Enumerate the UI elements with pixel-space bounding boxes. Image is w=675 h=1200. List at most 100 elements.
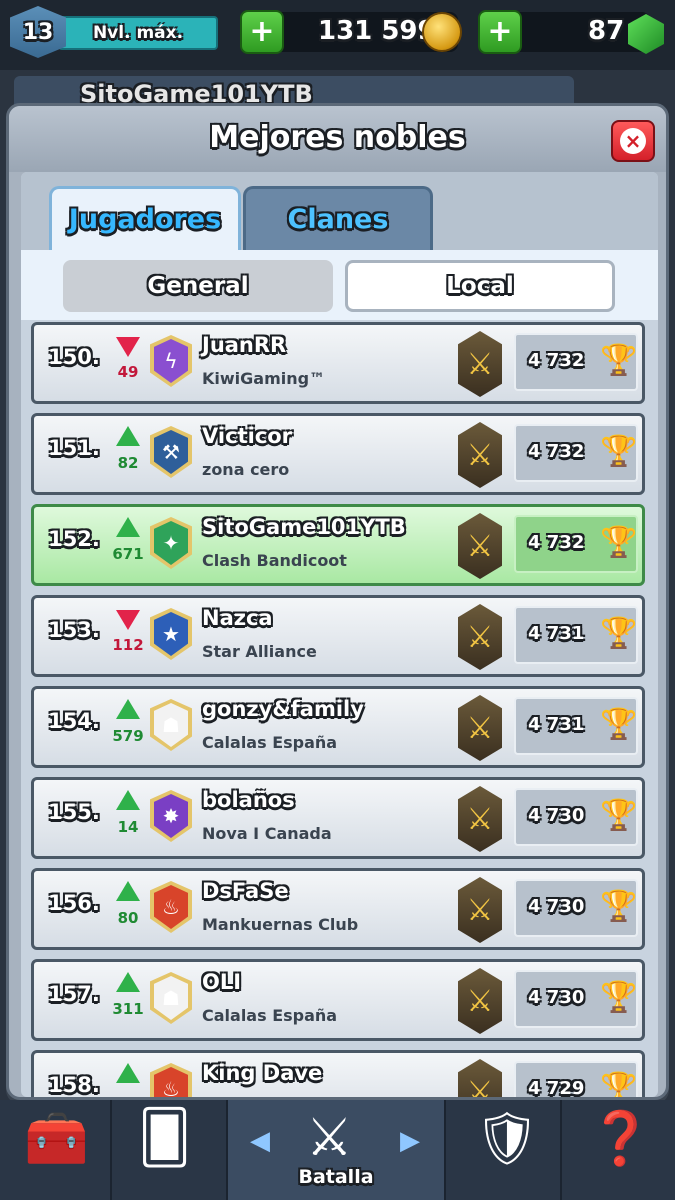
trophy-box: 4 732 🏆 [514, 515, 638, 573]
rank-down-icon [116, 610, 140, 630]
rank-number: 153. [48, 618, 100, 642]
leaderboard-row[interactable]: 150. 49 ϟ JuanRR KiwiGaming™ ⚔ 4 732 🏆 [31, 322, 645, 404]
clan-name[interactable]: Calalas España [202, 733, 337, 752]
leaderboard-row[interactable]: 153. 112 ★ Nazca Star Alliance ⚔ 4 731 🏆 [31, 595, 645, 677]
crossed-swords-icon: ⚔ [458, 513, 502, 579]
rank-number: 155. [48, 800, 100, 824]
add-gems-button[interactable]: + [478, 10, 522, 54]
trophy-box: 4 732 🏆 [514, 424, 638, 482]
nav-battle[interactable]: ◀ ⚔ ▶ Batalla [228, 1100, 446, 1200]
clan-name[interactable]: Nova I Canada [202, 824, 332, 843]
crossed-swords-icon: ⚔ [458, 968, 502, 1034]
cards-icon: 🂠 [138, 1108, 192, 1168]
close-button[interactable]: × [611, 120, 655, 162]
clan-badge-symbol: ☗ [154, 703, 188, 747]
leaderboard-row[interactable]: 158. ♨ King Dave ⚔ 4 729 🏆 [31, 1050, 645, 1097]
battle-swords-icon: ⚔ [306, 1108, 353, 1168]
trophy-count: 4 730 [528, 805, 585, 826]
nav-shop[interactable]: 🧰 [0, 1100, 112, 1200]
clan-icon: 🛡 [474, 1109, 541, 1169]
rank-number: 150. [48, 345, 100, 369]
level-badge: 13 [10, 6, 66, 58]
trophy-icon: 🏆 [600, 343, 638, 378]
clan-badge-symbol: ✦ [154, 521, 188, 565]
player-name[interactable]: Nazca [202, 606, 273, 630]
nav-clan[interactable]: 🛡 [446, 1100, 562, 1200]
clan-badge-symbol: ☗ [154, 976, 188, 1020]
nav-cards[interactable]: 🂠 [112, 1100, 228, 1200]
player-name[interactable]: bolaños [202, 788, 295, 812]
level-label: Nvl. máx. [58, 16, 218, 50]
trophy-box: 4 731 🏆 [514, 606, 638, 664]
leaderboard-row[interactable]: 154. 579 ☗ gonzy&family Calalas España ⚔… [31, 686, 645, 768]
chevron-right-icon: ▶ [400, 1126, 420, 1156]
rank-change: 671 [112, 545, 144, 563]
clan-badge-symbol: ♨ [154, 885, 188, 929]
clan-badge-symbol: ϟ [154, 339, 188, 383]
clan-name[interactable]: Calalas España [202, 1006, 337, 1025]
player-name[interactable]: SitoGame101YTB [202, 515, 406, 539]
player-name[interactable]: King Dave [202, 1061, 322, 1085]
rank-number: 152. [48, 527, 100, 551]
clan-badge-icon: ☗ [150, 972, 192, 1024]
subtab-general[interactable]: General [63, 260, 333, 312]
rank-up-icon [116, 517, 140, 537]
clan-badge-symbol: ♨ [154, 1067, 188, 1097]
player-name[interactable]: gonzy&family [202, 697, 364, 721]
trophy-count: 4 732 [528, 350, 585, 371]
player-name[interactable]: DsFaSe [202, 879, 289, 903]
clan-badge-icon: ✸ [150, 790, 192, 842]
nav-events[interactable]: ❓ [562, 1100, 675, 1200]
leaderboard-row[interactable]: 155. 14 ✸ bolaños Nova I Canada ⚔ 4 730 … [31, 777, 645, 859]
bottom-nav: 🧰 🂠 ◀ ⚔ ▶ Batalla 🛡 ❓ [0, 1100, 675, 1200]
player-list[interactable]: 150. 49 ϟ JuanRR KiwiGaming™ ⚔ 4 732 🏆 1… [21, 320, 658, 1097]
trophy-icon: 🏆 [600, 980, 638, 1015]
subtab-local[interactable]: Local [345, 260, 615, 312]
trophy-box: 4 730 🏆 [514, 879, 638, 937]
rank-change: 80 [117, 909, 139, 927]
trophy-icon: 🏆 [600, 707, 638, 742]
rank-number: 154. [48, 709, 100, 733]
clan-name[interactable]: Star Alliance [202, 642, 317, 661]
rank-number: 158. [48, 1073, 100, 1097]
rank-up-icon [116, 972, 140, 992]
subtab-bar: General Local [21, 250, 658, 320]
player-name[interactable]: Victicor [202, 424, 292, 448]
clan-badge-icon: ✦ [150, 517, 192, 569]
leaderboard-row[interactable]: 152. 671 ✦ SitoGame101YTB Clash Bandicoo… [31, 504, 645, 586]
clan-name[interactable]: zona cero [202, 460, 289, 479]
tab-strip: Jugadores Clanes [21, 172, 658, 250]
rank-number: 151. [48, 436, 100, 460]
rank-number: 157. [48, 982, 100, 1006]
leaderboard-row[interactable]: 157. 311 ☗ OLI Calalas España ⚔ 4 730 🏆 [31, 959, 645, 1041]
rank-change: 311 [112, 1000, 144, 1018]
trophy-count: 4 730 [528, 896, 585, 917]
player-name[interactable]: JuanRR [202, 333, 286, 357]
add-gold-button[interactable]: + [240, 10, 284, 54]
modal-title: Mejores nobles [209, 120, 466, 155]
trophy-count: 4 730 [528, 987, 585, 1008]
crossed-swords-icon: ⚔ [458, 422, 502, 488]
close-icon: × [620, 128, 646, 154]
leaderboard-modal: Mejores nobles × Jugadores Clanes Genera… [6, 103, 669, 1100]
modal-header: Mejores nobles × [9, 106, 666, 172]
leaderboard-row[interactable]: 156. 80 ♨ DsFaSe Mankuernas Club ⚔ 4 730… [31, 868, 645, 950]
clan-name[interactable]: KiwiGaming™ [202, 369, 325, 388]
clan-name[interactable]: Clash Bandicoot [202, 551, 347, 570]
crossed-swords-icon: ⚔ [458, 877, 502, 943]
clan-badge-icon: ♨ [150, 881, 192, 933]
leaderboard-row[interactable]: 151. 82 ⚒ Victicor zona cero ⚔ 4 732 🏆 [31, 413, 645, 495]
clan-badge-icon: ★ [150, 608, 192, 660]
tab-clanes[interactable]: Clanes [243, 186, 433, 250]
trophy-box: 4 732 🏆 [514, 333, 638, 391]
player-name[interactable]: OLI [202, 970, 241, 994]
rank-up-icon [116, 426, 140, 446]
rank-change: 82 [117, 454, 139, 472]
tab-jugadores[interactable]: Jugadores [49, 186, 241, 250]
trophy-count: 4 732 [528, 532, 585, 553]
trophy-box: 4 730 🏆 [514, 970, 638, 1028]
top-bar: Nvl. máx. 13 + 131 599 + 87 [0, 0, 675, 70]
rank-change: 112 [112, 636, 144, 654]
rank-down-icon [116, 337, 140, 357]
clan-name[interactable]: Mankuernas Club [202, 915, 358, 934]
